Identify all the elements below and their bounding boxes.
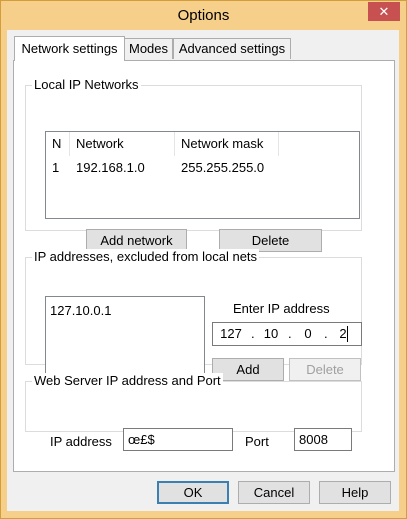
cancel-button[interactable]: Cancel [238,481,310,504]
excluded-ips-label: IP addresses, excluded from local nets [32,249,260,265]
row-network: 192.168.1.0 [76,160,145,175]
web-server-group: Web Server IP address and Port [25,373,362,432]
help-button[interactable]: Help [319,481,391,504]
list-item[interactable]: 127.10.0.1 [50,303,111,319]
ip-octet-1[interactable]: 127 [219,323,243,345]
column-header-n[interactable]: N [46,132,70,156]
tab-network-settings[interactable]: Network settings [14,36,125,61]
tab-advanced-settings[interactable]: Advanced settings [173,38,291,59]
ip-octet-4[interactable]: 2 [331,323,355,345]
delete-ip-button: Delete [289,358,361,381]
network-list[interactable]: N Network Network mask 1 192.168.1.0 255… [45,131,360,219]
web-server-label: Web Server IP address and Port [32,373,223,389]
ip-dot-separator: . [288,326,292,341]
column-header-network[interactable]: Network [70,132,175,156]
title-bar[interactable]: Options ✕ [1,1,406,31]
web-server-ip-field[interactable]: œ£$ [123,428,233,451]
ip-dot-separator: . [324,326,328,341]
ok-button[interactable]: OK [157,481,229,504]
row-n: 1 [52,160,60,175]
window-title: Options [177,7,230,24]
tab-modes[interactable]: Modes [124,38,173,59]
ip-octet-3[interactable]: 0 [296,323,320,345]
ip-octet-2[interactable]: 10 [259,323,283,345]
ip-address-label: IP address [50,434,112,449]
text-caret [347,326,348,342]
ip-dot-separator: . [251,326,255,341]
column-header-network-mask[interactable]: Network mask [175,132,279,156]
close-icon: ✕ [378,4,390,19]
port-label: Port [245,434,269,449]
close-button[interactable]: ✕ [368,2,400,21]
local-networks-label: Local IP Networks [32,77,141,93]
enter-ip-label: Enter IP address [233,301,330,316]
port-field[interactable]: 8008 [294,428,352,451]
row-mask: 255.255.255.0 [181,160,265,175]
add-ip-button[interactable]: Add [212,358,284,381]
ip-address-input[interactable]: 127 . 10 . 0 . 2 [212,322,362,346]
